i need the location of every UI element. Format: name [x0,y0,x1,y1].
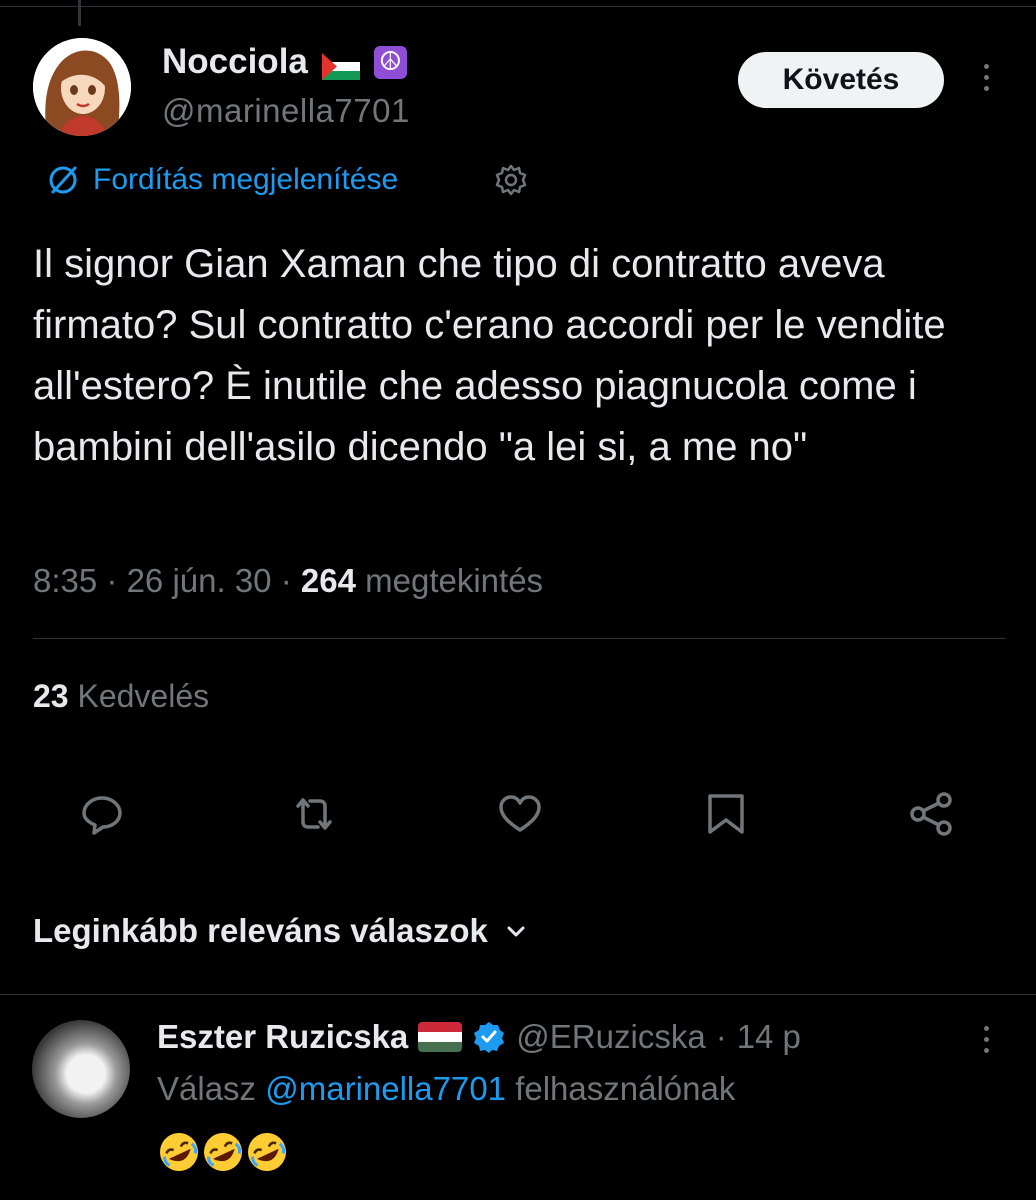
tweet-detail-page: Nocciola ☮ @marinella7701 Követés Fordít… [0,0,1036,1200]
tweet-meta: 8:35 · 26 jún. 30 · 264 megtekintés [33,562,543,600]
reply-author-avatar[interactable] [32,1020,130,1118]
translate-icon [49,166,77,194]
thread-line [78,0,81,26]
author-avatar[interactable] [33,38,131,136]
rofl-emoji-icon [204,1133,242,1172]
meta-separator: · [715,1018,727,1055]
divider [0,994,1036,995]
palestine-flag-icon [321,49,360,80]
bookmark-icon[interactable] [702,790,750,838]
reply-icon[interactable] [78,790,126,838]
author-name-text: Nocciola [162,42,308,81]
reply-to-prefix: Válasz [157,1070,257,1107]
author-name[interactable]: Nocciola ☮ [162,42,407,82]
reply-text: 🤣🤣🤣 [157,1126,289,1174]
tweet-time[interactable]: 8:35 [33,562,97,599]
tweet-text: Il signor Gian Xaman che tipo di contrat… [33,242,946,469]
likes-label: Kedvelés [77,678,210,714]
chevron-down-icon [507,926,525,937]
author-handle[interactable]: @marinella7701 [162,92,410,130]
gear-icon[interactable] [494,163,528,197]
reply-header: Eszter Ruzicska @ERuzicska · 14 p [157,1018,801,1056]
like-icon[interactable] [496,790,544,838]
share-icon[interactable] [908,790,956,838]
views-label: megtekintés [365,562,544,599]
reply-author-handle[interactable]: @ERuzicska [516,1018,705,1056]
peace-icon: ☮ [373,45,407,79]
reply-to-suffix: felhasználónak [515,1070,736,1107]
hungary-flag-icon [418,1022,463,1052]
replies-sort-label: Leginkább releváns válaszok [33,912,488,949]
tweet-date[interactable]: 26 jún. 30 [127,562,272,599]
views-count: 264 [300,562,356,599]
likes-count: 23 [33,678,69,714]
divider [33,638,1006,639]
rofl-emoji-icon [160,1133,198,1172]
reply-to-line: Válasz @marinella7701 felhasználónak [157,1070,735,1108]
translate-row[interactable]: Fordítás megjelenítése [45,162,398,198]
reply-to-handle-link[interactable]: @marinella7701 [265,1070,506,1107]
meta-separator: · [280,562,292,599]
verified-badge-icon [474,1022,505,1053]
follow-button[interactable]: Követés [738,52,944,108]
more-options-icon[interactable] [975,60,997,100]
replies-sort-dropdown[interactable]: Leginkább releváns válaszok [33,912,528,950]
divider [0,6,1036,7]
meta-separator: · [106,562,118,599]
rofl-emoji-icon [248,1133,286,1172]
likes-summary[interactable]: 23 Kedvelés [33,678,209,715]
retweet-icon[interactable] [290,790,338,838]
show-translation-link[interactable]: Fordítás megjelenítése [93,163,398,197]
reply-author-name[interactable]: Eszter Ruzicska [157,1018,408,1056]
reply-more-options-icon[interactable] [975,1022,997,1062]
reply-time[interactable]: 14 p [737,1018,801,1056]
